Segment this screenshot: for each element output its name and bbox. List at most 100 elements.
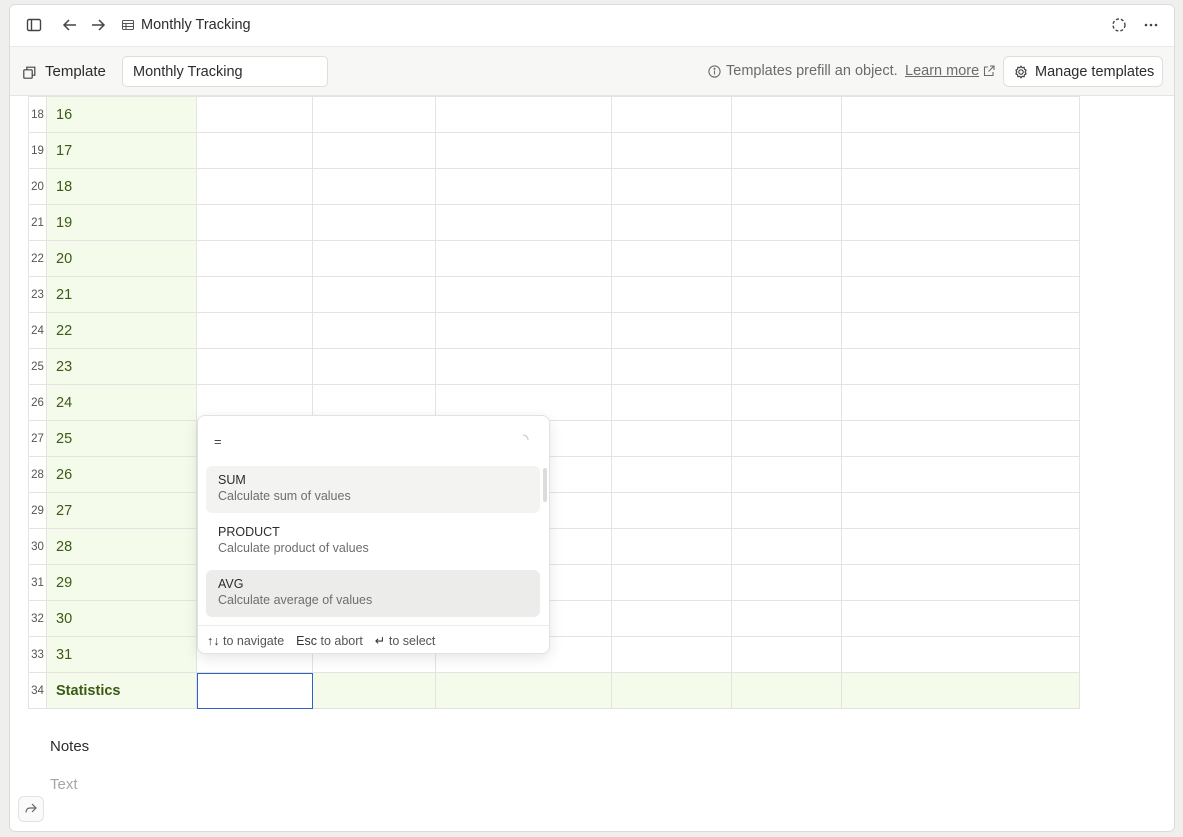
notes-text-placeholder[interactable]: Text [50,776,78,793]
table-cell[interactable] [731,384,842,421]
popup-scrollbar[interactable] [543,468,547,502]
table-cell[interactable] [841,420,1080,457]
table-cell[interactable] [841,240,1080,277]
table-cell[interactable] [435,168,612,205]
statistics-cell[interactable] [312,672,436,709]
table-cell[interactable] [611,312,732,349]
table-cell[interactable] [435,276,612,313]
formula-option-avg[interactable]: AVG Calculate average of values [206,570,540,617]
back-arrow-icon[interactable] [60,15,80,35]
table-cell[interactable] [196,168,313,205]
day-cell[interactable]: 21 [46,276,197,313]
table-cell[interactable] [731,312,842,349]
table-cell[interactable] [312,96,436,133]
table-cell[interactable] [611,456,732,493]
table-cell[interactable] [841,348,1080,385]
day-cell[interactable]: 23 [46,348,197,385]
statistics-cell[interactable] [611,672,732,709]
formula-option-sum[interactable]: SUM Calculate sum of values [206,466,540,513]
day-cell[interactable]: 25 [46,420,197,457]
table-cell[interactable] [611,132,732,169]
table-cell[interactable] [435,204,612,241]
day-cell[interactable]: 29 [46,564,197,601]
sync-icon[interactable] [1109,15,1129,35]
learn-more-link[interactable]: Learn more [905,63,979,79]
table-cell[interactable] [611,600,732,637]
day-cell[interactable]: 17 [46,132,197,169]
table-cell[interactable] [731,96,842,133]
formula-option-product[interactable]: PRODUCT Calculate product of values [206,518,540,565]
table-cell[interactable] [435,96,612,133]
table-cell[interactable] [731,492,842,529]
table-cell[interactable] [731,636,842,673]
table-cell[interactable] [841,384,1080,421]
table-cell[interactable] [731,204,842,241]
table-cell[interactable] [196,240,313,277]
table-cell[interactable] [731,276,842,313]
table-cell[interactable] [841,492,1080,529]
table-cell[interactable] [435,132,612,169]
table-cell[interactable] [196,312,313,349]
table-cell[interactable] [435,348,612,385]
table-cell[interactable] [611,492,732,529]
table-cell[interactable] [611,96,732,133]
table-cell[interactable] [611,384,732,421]
table-cell[interactable] [611,348,732,385]
table-cell[interactable] [731,348,842,385]
table-cell[interactable] [611,528,732,565]
table-cell[interactable] [841,276,1080,313]
table-cell[interactable] [196,204,313,241]
table-cell[interactable] [196,96,313,133]
day-cell[interactable]: 26 [46,456,197,493]
table-cell[interactable] [312,276,436,313]
table-cell[interactable] [731,168,842,205]
table-cell[interactable] [312,168,436,205]
day-cell[interactable]: 20 [46,240,197,277]
more-icon[interactable] [1141,15,1161,35]
share-button[interactable] [18,796,44,822]
table-cell[interactable] [841,204,1080,241]
table-cell[interactable] [196,276,313,313]
table-cell[interactable] [611,204,732,241]
table-cell[interactable] [731,456,842,493]
day-cell[interactable]: 18 [46,168,197,205]
table-cell[interactable] [841,636,1080,673]
table-cell[interactable] [841,96,1080,133]
day-cell[interactable]: 24 [46,384,197,421]
table-cell[interactable] [196,348,313,385]
table-cell[interactable] [841,528,1080,565]
table-cell[interactable] [731,564,842,601]
table-cell[interactable] [312,348,436,385]
table-cell[interactable] [731,132,842,169]
table-cell[interactable] [611,420,732,457]
manage-templates-button[interactable]: Manage templates [1003,56,1163,87]
day-cell[interactable]: 22 [46,312,197,349]
table-cell[interactable] [435,240,612,277]
formula-input[interactable] [214,434,514,449]
table-cell[interactable] [731,528,842,565]
day-cell[interactable]: 19 [46,204,197,241]
table-cell[interactable] [841,600,1080,637]
table-cell[interactable] [611,240,732,277]
table-cell[interactable] [312,240,436,277]
day-cell[interactable]: 31 [46,636,197,673]
selected-statistics-cell[interactable] [196,672,313,709]
table-cell[interactable] [841,564,1080,601]
table-cell[interactable] [731,420,842,457]
forward-arrow-icon[interactable] [88,15,108,35]
table-cell[interactable] [841,168,1080,205]
sidebar-toggle-icon[interactable] [24,15,44,35]
table-cell[interactable] [312,312,436,349]
table-cell[interactable] [196,132,313,169]
table-cell[interactable] [841,132,1080,169]
table-cell[interactable] [611,564,732,601]
statistics-cell[interactable] [841,672,1080,709]
table-cell[interactable] [611,276,732,313]
table-cell[interactable] [435,312,612,349]
day-cell[interactable]: 16 [46,96,197,133]
template-name-input[interactable] [122,56,328,87]
statistics-cell[interactable] [731,672,842,709]
table-cell[interactable] [731,600,842,637]
table-cell[interactable] [312,204,436,241]
day-cell[interactable]: 28 [46,528,197,565]
